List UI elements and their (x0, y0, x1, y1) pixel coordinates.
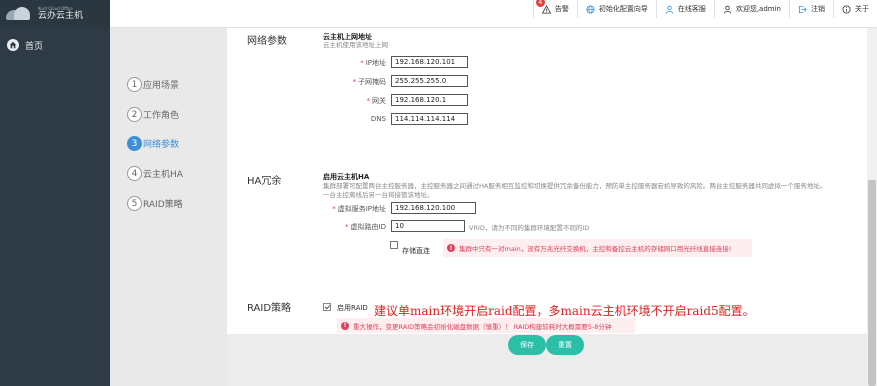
vrid-hint: VRID，请为不同的集群环境配置不同的ID (469, 224, 590, 232)
globe-icon (586, 4, 595, 14)
raid-advice-annotation: 建议单main环境开启raid配置，多main云主机环境不开启raid5配置。 (374, 304, 755, 318)
top-header: 4 告警 初始化配置向导 在线客服 欢迎您,admin 注销 关于 (110, 0, 877, 28)
welcome-user[interactable]: 欢迎您,admin (713, 0, 789, 18)
network-sub-desc: 云主机使用该地址上网 (323, 41, 388, 49)
reset-button[interactable]: 重置 (546, 335, 584, 355)
step-application-scene[interactable]: 1 应用场景 (127, 77, 179, 92)
info-icon (842, 4, 851, 14)
virtual-ip-input[interactable]: 192.168.120.100 (391, 202, 476, 214)
sidebar-item-label: 首页 (25, 41, 44, 52)
vrid-label: * 虚拟路由ID (345, 223, 386, 231)
step-network-params[interactable]: 3 网络参数 (127, 136, 179, 151)
ha-desc-line1: 集群部署可配置两台主控服务器，主控服务器之间通过HA服务相互监控和切换提供冗余备… (323, 182, 827, 190)
ha-section-title: HA冗余 (247, 176, 282, 187)
enable-raid-label: 启用RAID (337, 304, 368, 312)
home-icon (7, 39, 19, 51)
step-raid-policy[interactable]: 5 RAID策略 (127, 196, 183, 211)
scrollbar-thumb[interactable] (868, 180, 876, 386)
dns-label: DNS (370, 115, 386, 123)
ip-label: * IP地址 (360, 59, 386, 67)
online-support-button[interactable]: 在线客服 (655, 0, 714, 18)
step-cloud-host-ha[interactable]: 4 云主机HA (127, 166, 183, 181)
enable-raid-checkbox[interactable] (323, 303, 331, 311)
storage-direct-checkbox[interactable] (390, 241, 398, 249)
about-button[interactable]: 关于 (833, 0, 877, 18)
user-icon (665, 5, 673, 14)
logout-button[interactable]: 注销 (789, 0, 833, 18)
brand-name: 云办云主机 (38, 11, 84, 21)
ha-sub-title: 启用云主机HA (323, 173, 370, 181)
virtual-ip-label: * 虚拟服务IP地址 (332, 205, 386, 213)
gateway-label: * 网关 (366, 97, 387, 105)
brand-logo[interactable]: Kunt Cloud Office 云办云主机 (0, 0, 110, 28)
cloud-logo-icon (6, 6, 34, 22)
raid-section-title: RAID策略 (247, 303, 292, 314)
gateway-input[interactable]: 192.168.120.1 (391, 94, 468, 106)
raid-warning: ! 重大操作，变更RAID策略会初始化磁盘数据（慎重）！ RAID构建较耗时大概… (337, 318, 635, 333)
vrid-input[interactable]: 10 (391, 220, 465, 232)
top-nav: 4 告警 初始化配置向导 在线客服 欢迎您,admin 注销 关于 (532, 0, 877, 18)
step-work-role[interactable]: 2 工作角色 (127, 107, 179, 122)
init-wizard-button[interactable]: 初始化配置向导 (576, 0, 656, 18)
network-section-title: 网络参数 (247, 36, 287, 47)
storage-direct-label: 存储直连 (402, 247, 430, 255)
left-sidebar (0, 0, 110, 386)
save-button[interactable]: 保存 (508, 335, 546, 355)
logout-icon (798, 5, 807, 13)
sidebar-item-home[interactable]: 首页 (0, 34, 110, 56)
dns-input[interactable]: 114.114.114.114 (391, 113, 468, 125)
alert-icon: ! (447, 244, 455, 252)
account-icon (723, 5, 731, 14)
storage-direct-warning: ! 集群中只有一对main，没有万兆光纤交换机，主控和备控云主机的存储网口用光纤… (443, 239, 752, 257)
alert-icon: ! (341, 321, 349, 330)
alert-button[interactable]: 4 告警 (532, 0, 577, 18)
ha-desc-line2: 一台主控离线后另一台将接管该地址。 (323, 191, 434, 199)
subnet-mask-input[interactable]: 255.255.255.0 (391, 75, 468, 87)
subnet-mask-label: * 子网掩码 (352, 78, 387, 86)
ip-address-input[interactable]: 192.168.120.101 (391, 56, 468, 68)
